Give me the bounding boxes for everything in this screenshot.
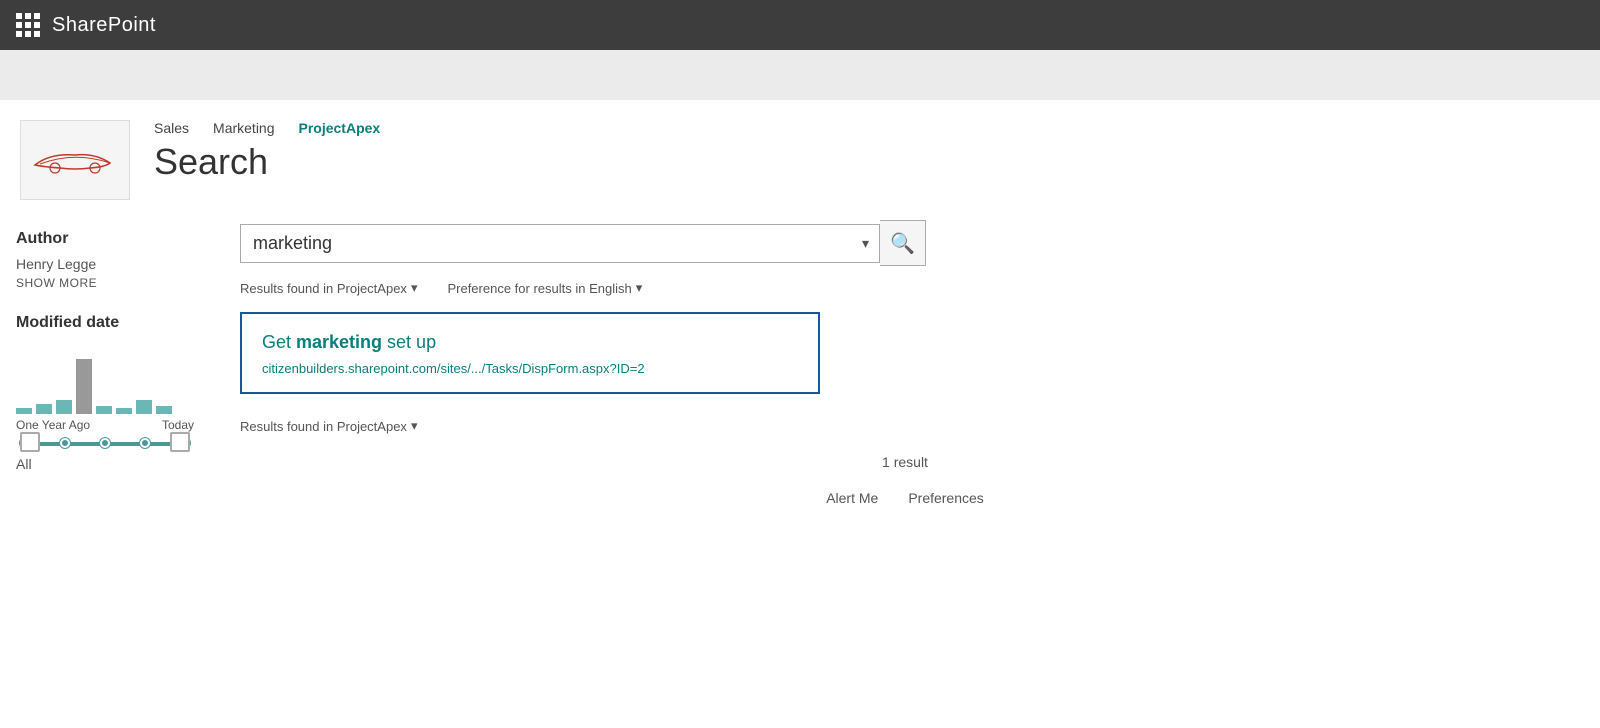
filter-scope-arrow: ▾ xyxy=(411,280,418,296)
sub-bar xyxy=(0,50,1600,100)
bottom-links: Alert Me Preferences xyxy=(240,490,1570,506)
content-area: Author Henry Legge SHOW MORE Modified da… xyxy=(0,200,1600,728)
alert-me-link[interactable]: Alert Me xyxy=(826,490,878,506)
page-title: Search xyxy=(154,142,380,182)
top-navbar: SharePoint xyxy=(0,0,1600,50)
search-result-card[interactable]: Get marketing set up citizenbuilders.sha… xyxy=(240,312,820,394)
result-title-after: set up xyxy=(382,332,436,352)
date-labels: One Year Ago Today xyxy=(16,418,194,432)
preferences-link[interactable]: Preferences xyxy=(908,490,983,506)
nav-sales[interactable]: Sales xyxy=(154,120,189,136)
show-more-button[interactable]: SHOW MORE xyxy=(16,276,194,290)
filter-language-dropdown[interactable]: Preference for results in English ▾ xyxy=(447,280,642,296)
author-name[interactable]: Henry Legge xyxy=(16,256,194,272)
modified-date-title: Modified date xyxy=(16,314,194,332)
car-logo-image xyxy=(30,145,120,175)
slider-right-thumb[interactable] xyxy=(170,432,190,452)
filter-language-label: Preference for results in English xyxy=(447,281,631,296)
nav-links: Sales Marketing ProjectApex xyxy=(154,120,380,136)
search-dropdown-button[interactable]: ▾ xyxy=(852,227,879,260)
app-title: SharePoint xyxy=(52,14,156,37)
slider-left-thumb[interactable] xyxy=(20,432,40,452)
filter-scope-label: Results found in ProjectApex xyxy=(240,281,407,296)
second-filter-label: Results found in ProjectApex xyxy=(240,419,407,434)
search-icon: 🔍 xyxy=(890,231,915,256)
left-filter-panel: Author Henry Legge SHOW MORE Modified da… xyxy=(0,200,210,728)
waffle-menu-icon[interactable] xyxy=(16,13,40,37)
site-logo xyxy=(20,120,130,200)
author-section-title: Author xyxy=(16,230,194,248)
results-count: 1 result xyxy=(240,454,1570,470)
search-submit-button[interactable]: 🔍 xyxy=(880,220,926,266)
result-title: Get marketing set up xyxy=(262,330,798,355)
second-filter-arrow[interactable]: ▾ xyxy=(411,418,418,434)
search-bar-row: ▾ 🔍 xyxy=(240,220,1570,266)
date-from-label: One Year Ago xyxy=(16,418,90,432)
all-label: All xyxy=(16,456,194,472)
result-url[interactable]: citizenbuilders.sharepoint.com/sites/...… xyxy=(262,361,798,376)
header-nav: Sales Marketing ProjectApex Search xyxy=(154,120,380,182)
filter-language-arrow: ▾ xyxy=(636,280,643,296)
date-slider[interactable] xyxy=(20,442,190,446)
search-input[interactable] xyxy=(241,225,852,262)
result-title-keyword: marketing xyxy=(296,332,382,352)
search-panel: ▾ 🔍 Results found in ProjectApex ▾ xyxy=(210,200,1600,728)
second-filter-row: Results found in ProjectApex ▾ xyxy=(240,418,1570,434)
main-content: Sales Marketing ProjectApex Search Autho… xyxy=(0,100,1600,728)
filter-scope-dropdown[interactable]: Results found in ProjectApex ▾ xyxy=(240,280,417,296)
date-to-label: Today xyxy=(162,418,194,432)
date-bar-chart xyxy=(16,344,194,414)
nav-marketing[interactable]: Marketing xyxy=(213,120,274,136)
result-title-before: Get xyxy=(262,332,296,352)
nav-projectapex[interactable]: ProjectApex xyxy=(299,120,381,136)
filter-row: Results found in ProjectApex ▾ Preferenc… xyxy=(240,280,1570,296)
search-input-wrap: ▾ xyxy=(240,224,880,263)
